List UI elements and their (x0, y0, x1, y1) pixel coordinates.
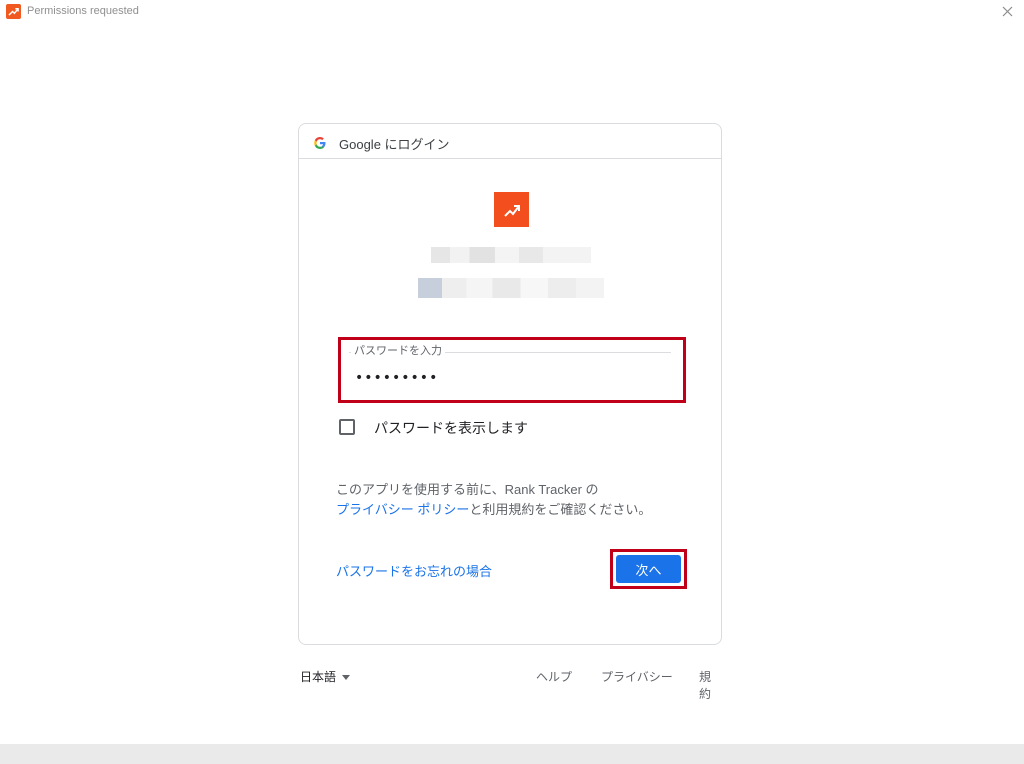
language-label: 日本語 (300, 670, 337, 684)
close-icon[interactable] (998, 2, 1016, 20)
next-button-highlight: 次へ (610, 549, 687, 589)
password-field[interactable]: パスワードを入力 ••••••••• (338, 337, 686, 403)
blurred-account-name (431, 247, 591, 263)
caret-down-icon (342, 675, 351, 681)
password-input[interactable]: ••••••••• (355, 370, 438, 386)
notice-line-2: プライバシー ポリシーと利用規約をご確認ください。 (336, 500, 706, 520)
footer: 日本語 ヘルプ プライバシー 規約 (298, 666, 722, 701)
app-logo (494, 192, 529, 227)
password-label: パスワードを入力 (351, 342, 445, 358)
next-button[interactable]: 次へ (616, 555, 681, 583)
window-title: Permissions requested (27, 5, 139, 17)
window-titlebar: Permissions requested (0, 0, 1024, 24)
sign-in-heading: Google にログイン (339, 137, 450, 152)
card-header: Google にログイン (299, 124, 721, 159)
terms-link[interactable]: 規約 (699, 668, 722, 702)
privacy-notice: このアプリを使用する前に、Rank Tracker の プライバシー ポリシーと… (336, 480, 706, 520)
show-password-label[interactable]: パスワードを表示します (374, 418, 528, 438)
notice-line-2-text: と利用規約をご確認ください。 (469, 502, 652, 517)
rank-tracker-icon (6, 4, 21, 19)
notice-line-1: このアプリを使用する前に、Rank Tracker の (336, 482, 599, 497)
language-selector[interactable]: 日本語 (300, 668, 351, 685)
privacy-link[interactable]: プライバシー (601, 668, 673, 685)
show-password-checkbox[interactable] (339, 419, 355, 435)
blurred-account-email (418, 278, 604, 298)
login-card: Google にログイン パスワードを入力 ••••••••• パスワードを表示… (298, 123, 722, 645)
forgot-password-link[interactable]: パスワードをお忘れの場合 (336, 561, 492, 580)
google-icon (313, 135, 327, 149)
privacy-policy-link[interactable]: プライバシー ポリシー (336, 502, 469, 517)
help-link[interactable]: ヘルプ (536, 668, 572, 685)
window-bottom-strip (0, 744, 1024, 764)
